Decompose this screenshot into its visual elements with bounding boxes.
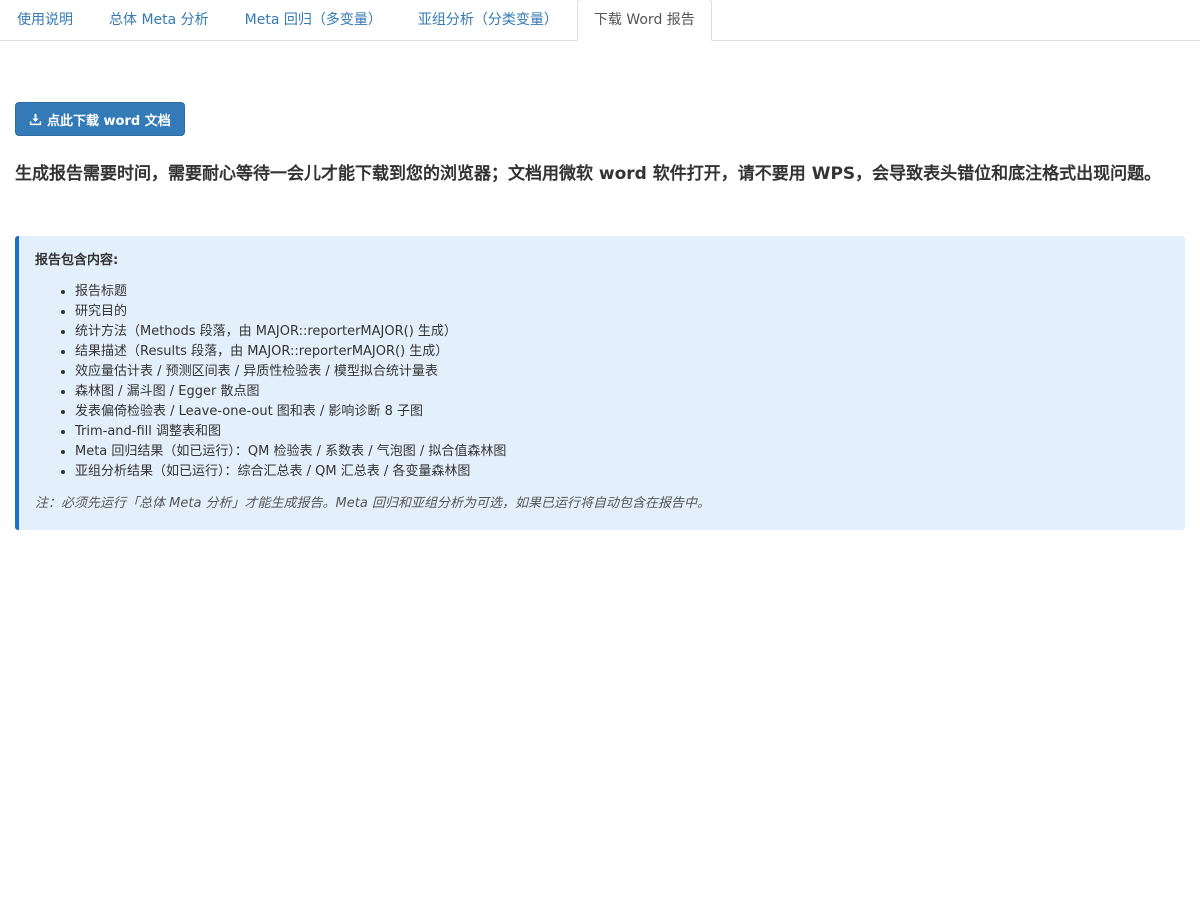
tab-subgroup-analysis[interactable]: 亚组分析（分类变量） <box>401 0 575 40</box>
list-item: 森林图 / 漏斗图 / Egger 散点图 <box>75 382 1169 402</box>
report-contents-box: 报告包含内容: 报告标题 研究目的 统计方法（Methods 段落，由 MAJO… <box>15 236 1185 530</box>
tab-overall-meta-analysis[interactable]: 总体 Meta 分析 <box>92 0 226 40</box>
list-item: Meta 回归结果（如已运行）：QM 检验表 / 系数表 / 气泡图 / 拟合值… <box>75 442 1169 462</box>
list-item: Trim-and-fill 调整表和图 <box>75 422 1169 442</box>
download-button-label: 点此下载 word 文档 <box>47 113 171 129</box>
download-notice: 生成报告需要时间，需要耐心等待一会儿才能下载到您的浏览器；文档用微软 word … <box>15 164 1162 184</box>
list-item: 报告标题 <box>75 282 1169 302</box>
report-contents-list: 报告标题 研究目的 统计方法（Methods 段落，由 MAJOR::repor… <box>35 282 1169 482</box>
list-item: 效应量估计表 / 预测区间表 / 异质性检验表 / 模型拟合统计量表 <box>75 362 1169 382</box>
list-item: 研究目的 <box>75 302 1169 322</box>
tab-bar: 使用说明 总体 Meta 分析 Meta 回归（多变量） 亚组分析（分类变量） … <box>0 0 1200 41</box>
tab-meta-regression[interactable]: Meta 回归（多变量） <box>228 0 399 40</box>
download-word-button[interactable]: 点此下载 word 文档 <box>15 102 185 136</box>
list-item: 发表偏倚检验表 / Leave-one-out 图和表 / 影响诊断 8 子图 <box>75 402 1169 422</box>
list-item: 结果描述（Results 段落，由 MAJOR::reporterMAJOR()… <box>75 342 1169 362</box>
tab-instructions[interactable]: 使用说明 <box>0 0 90 40</box>
list-item: 亚组分析结果（如已运行）：综合汇总表 / QM 汇总表 / 各变量森林图 <box>75 462 1169 482</box>
download-icon <box>29 113 42 125</box>
report-contents-title: 报告包含内容: <box>35 253 119 268</box>
tab-download-word-report[interactable]: 下载 Word 报告 <box>576 0 712 41</box>
report-note: 注：必须先运行「总体 Meta 分析」才能生成报告。Meta 回归和亚组分析为可… <box>35 496 710 511</box>
list-item: 统计方法（Methods 段落，由 MAJOR::reporterMAJOR()… <box>75 322 1169 342</box>
